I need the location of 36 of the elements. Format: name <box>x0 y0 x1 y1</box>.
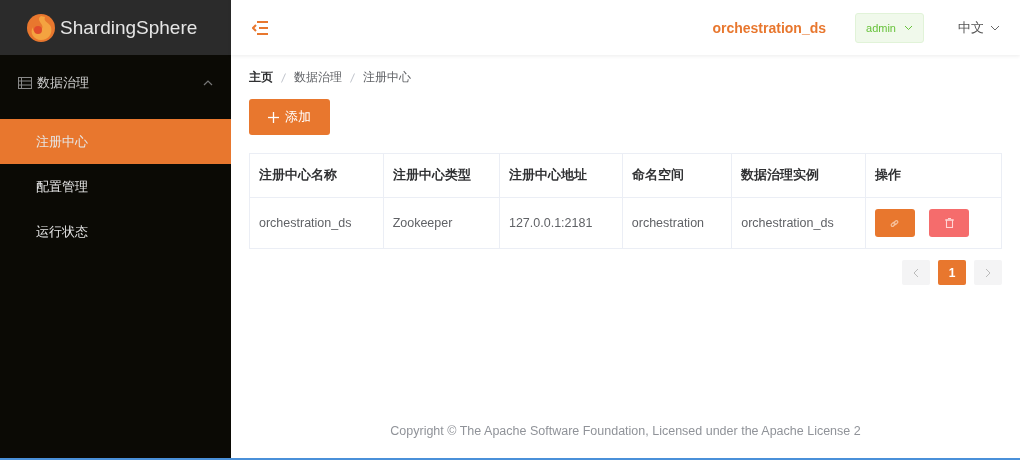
column-header: 命名空间 <box>622 153 732 198</box>
sidebar-item[interactable]: 运行状态 <box>0 209 231 254</box>
trash-icon <box>944 218 954 228</box>
breadcrumb-item[interactable]: 数据治理 <box>294 69 342 86</box>
column-header: 注册中心名称 <box>249 153 384 198</box>
chevron-left-icon <box>913 267 919 278</box>
chevron-down-icon <box>904 24 913 31</box>
chevron-down-icon <box>990 24 1000 31</box>
column-header: 操作 <box>865 153 1002 198</box>
column-header: 注册中心类型 <box>383 153 500 198</box>
table-cell: orchestration_ds <box>249 197 384 249</box>
column-header: 数据治理实例 <box>731 153 866 198</box>
table-cell: orchestration_ds <box>731 197 866 249</box>
link-button[interactable] <box>874 209 915 237</box>
plus-icon <box>268 111 279 123</box>
link-icon <box>890 218 900 228</box>
slash-separator-icon <box>350 72 355 83</box>
breadcrumb-item[interactable]: 主页 <box>249 69 273 86</box>
chevron-icon <box>203 79 213 86</box>
logo-text: ShardingSphere <box>60 16 198 39</box>
copyright-text: Copyright © The Apache Software Foundation, Licensed under the Apache License 2 <box>389 424 862 438</box>
menu-group[interactable]: 数据治理 <box>0 55 231 110</box>
list-icon <box>18 76 32 89</box>
collapse-menu-icon[interactable] <box>252 20 268 35</box>
flame-logo-icon <box>26 12 56 43</box>
delete-button[interactable] <box>929 209 970 237</box>
chevron-right-icon <box>985 267 991 278</box>
breadcrumb-item: 注册中心 <box>363 69 411 86</box>
slash-separator-icon <box>281 72 286 83</box>
table-cell: Zookeeper <box>383 197 500 249</box>
language-dropdown[interactable]: 中文 <box>958 18 1000 37</box>
current-registry: orchestration_ds <box>712 19 827 36</box>
sidebar-item[interactable]: 配置管理 <box>0 164 231 209</box>
table-cell: 127.0.0.1:2181 <box>499 197 623 249</box>
table-cell: orchestration <box>622 197 732 249</box>
column-header: 注册中心地址 <box>499 153 623 198</box>
